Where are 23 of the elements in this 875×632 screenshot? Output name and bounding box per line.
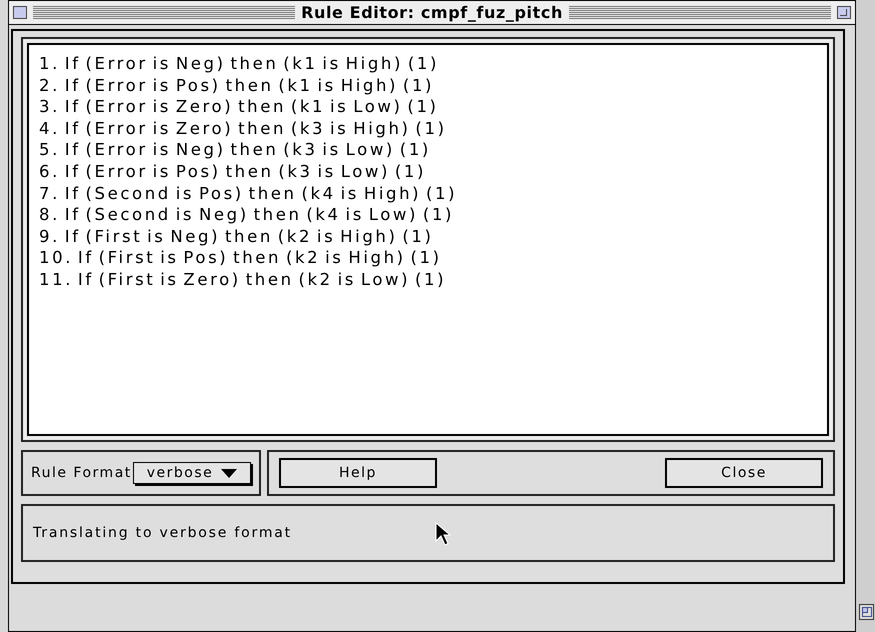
status-text: Translating to verbose format: [33, 525, 292, 541]
rule-line[interactable]: 4. If (Error is Zero) then (k3 is High) (1): [39, 118, 817, 140]
rule-line[interactable]: 6. If (Error is Pos) then (k3 is Low) (1): [39, 160, 817, 183]
rule-list[interactable]: [27, 43, 829, 436]
rule-format-label: Rule Format: [31, 465, 132, 481]
close-box[interactable]: [13, 6, 27, 19]
dialog-button[interactable]: Close: [665, 458, 823, 488]
zoom-box[interactable]: [837, 6, 852, 19]
rule-line[interactable]: 2. If (Error is Pos) then (k1 is High) (1): [39, 74, 817, 96]
window-title: Rule Editor: cmpf_fuz_pitch: [301, 3, 563, 22]
rule-line[interactable]: 10. If (First is Pos) then (k2 is High) (1): [39, 247, 817, 269]
resize-icon[interactable]: [859, 604, 874, 620]
rule-line[interactable]: 5. If (Error is Neg) then (k3 is Low) (1): [39, 139, 817, 161]
rule-line[interactable]: 11. If (First is Zero) then (k2 is Low) (1): [39, 268, 817, 291]
rule-format-dropdown[interactable]: verbose: [133, 462, 251, 484]
rule-line[interactable]: 9. If (First is Neg) then (k2 is High) (1): [39, 226, 817, 248]
pointer-icon: [435, 522, 451, 546]
rule-line[interactable]: 1. If (Error is Neg) then (k1 is High) (1): [39, 53, 817, 75]
rule-line[interactable]: 8. If (Second is Neg) then (k4 is Low) (1): [39, 204, 817, 226]
rule-line[interactable]: 3. If (Error is Zero) then (k1 is Low) (1): [39, 96, 817, 118]
dropdown-arrow-icon: [221, 468, 238, 478]
rule-line[interactable]: 7. If (Second is Pos) then (k4 is High) (1): [39, 182, 817, 204]
dialog-button[interactable]: Help: [279, 458, 437, 488]
